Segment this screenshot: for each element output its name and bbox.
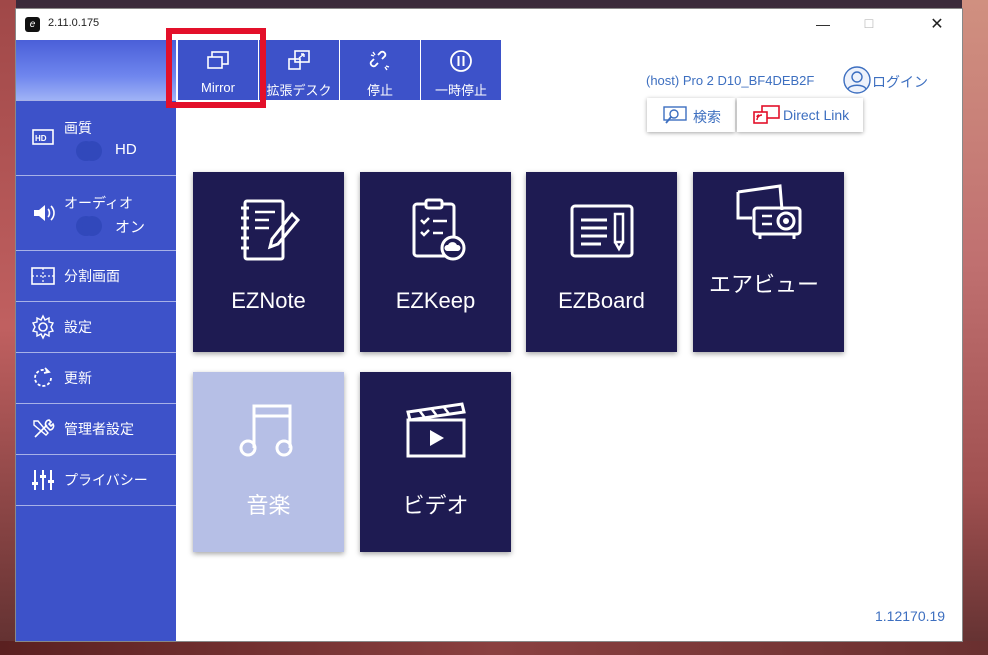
picture-quality-toggle[interactable] <box>82 141 102 161</box>
app-logo-icon: e <box>25 17 40 32</box>
eznote-label: EZNote <box>231 288 306 313</box>
hd-monitor-icon: HD <box>30 125 56 151</box>
stop-button[interactable]: 停止 <box>340 40 420 100</box>
search-screen-icon <box>663 106 687 124</box>
split-screen-icon <box>30 263 56 289</box>
app-window: e 2.11.0.175 — ☐ ✕ HD 画質 HD オーディオ オン 分割画… <box>16 9 962 641</box>
gear-icon <box>30 314 56 340</box>
ezboard-tile[interactable]: EZBoard <box>526 172 677 352</box>
audio-value: オン <box>115 219 146 236</box>
music-note-icon <box>193 398 344 467</box>
sidebar-item-admin-settings[interactable]: 管理者設定 <box>16 404 176 455</box>
video-label: ビデオ <box>402 493 469 518</box>
version-number: 1.12170.19 <box>875 608 946 624</box>
settings-label: 設定 <box>64 319 92 335</box>
stop-label: 停止 <box>366 83 393 98</box>
admin-settings-label: 管理者設定 <box>64 421 134 437</box>
split-screen-label: 分割画面 <box>64 268 120 284</box>
picture-quality-value: HD <box>115 141 137 158</box>
audio-toggle[interactable] <box>82 216 102 236</box>
ezkeep-label: EZKeep <box>395 288 476 313</box>
airview-tile[interactable]: エアビュー <box>693 172 844 352</box>
sidebar-item-privacy[interactable]: プライバシー <box>16 455 176 506</box>
desktop-background-right <box>962 0 988 655</box>
notebook-pen-icon <box>193 198 344 267</box>
extend-desktop-label: 拡張デスク <box>266 83 332 98</box>
update-label: 更新 <box>64 370 92 386</box>
airview-label: エアビュー <box>709 272 820 297</box>
music-label: 音楽 <box>246 493 291 518</box>
whiteboard-icon <box>526 198 677 267</box>
desktop-background-left <box>0 0 16 655</box>
user-avatar-icon[interactable] <box>843 66 871 94</box>
direct-link-label: Direct Link <box>783 107 850 123</box>
sidebar-banner <box>16 40 176 100</box>
login-link[interactable]: ログイン <box>872 72 928 92</box>
tools-icon <box>30 416 56 442</box>
direct-link-icon <box>753 105 780 124</box>
sliders-icon <box>30 467 56 493</box>
privacy-label: プライバシー <box>64 472 148 488</box>
title-bar: e 2.11.0.175 — ☐ ✕ <box>16 9 962 40</box>
pause-icon <box>448 48 474 74</box>
extend-desktop-button[interactable]: 拡張デスク <box>259 40 339 100</box>
direct-link-button[interactable]: Direct Link <box>737 98 863 132</box>
projector-icon <box>693 184 844 247</box>
refresh-icon <box>30 365 56 391</box>
extend-screen-icon <box>286 48 312 74</box>
eznote-tile[interactable]: EZNote <box>193 172 344 352</box>
ezkeep-tile[interactable]: EZKeep <box>360 172 511 352</box>
desktop-background-bottom <box>0 641 988 655</box>
minimize-button[interactable]: — <box>800 9 846 40</box>
sidebar-item-update[interactable]: 更新 <box>16 353 176 404</box>
audio-label: オーディオ <box>64 195 134 211</box>
sidebar-item-picture-quality[interactable]: HD 画質 HD <box>16 100 176 176</box>
video-tile[interactable]: ビデオ <box>360 372 511 552</box>
host-name: (host) Pro 2 D10_BF4DEB2F <box>646 73 815 88</box>
clipboard-cloud-icon <box>360 198 511 267</box>
broken-link-icon <box>367 48 393 74</box>
search-label: 検索 <box>693 109 721 125</box>
pause-button[interactable]: 一時停止 <box>421 40 501 100</box>
picture-quality-label: 画質 <box>64 120 92 136</box>
sidebar: HD 画質 HD オーディオ オン 分割画面 設定 更新 管理者設定 プライバシ… <box>16 40 176 641</box>
search-button[interactable]: 検索 <box>647 98 735 132</box>
sidebar-item-settings[interactable]: 設定 <box>16 302 176 353</box>
clapperboard-icon <box>360 398 511 467</box>
highlight-box <box>166 28 266 108</box>
speaker-icon <box>30 200 56 226</box>
close-button[interactable]: ✕ <box>914 9 960 40</box>
sidebar-item-audio[interactable]: オーディオ オン <box>16 176 176 251</box>
ezboard-label: EZBoard <box>558 288 645 313</box>
sidebar-item-split-screen[interactable]: 分割画面 <box>16 251 176 302</box>
svg-text:HD: HD <box>35 134 47 143</box>
window-title: 2.11.0.175 <box>48 17 100 29</box>
music-tile: 音楽 <box>193 372 344 552</box>
pause-label: 一時停止 <box>434 83 487 98</box>
maximize-button[interactable]: ☐ <box>846 9 892 40</box>
